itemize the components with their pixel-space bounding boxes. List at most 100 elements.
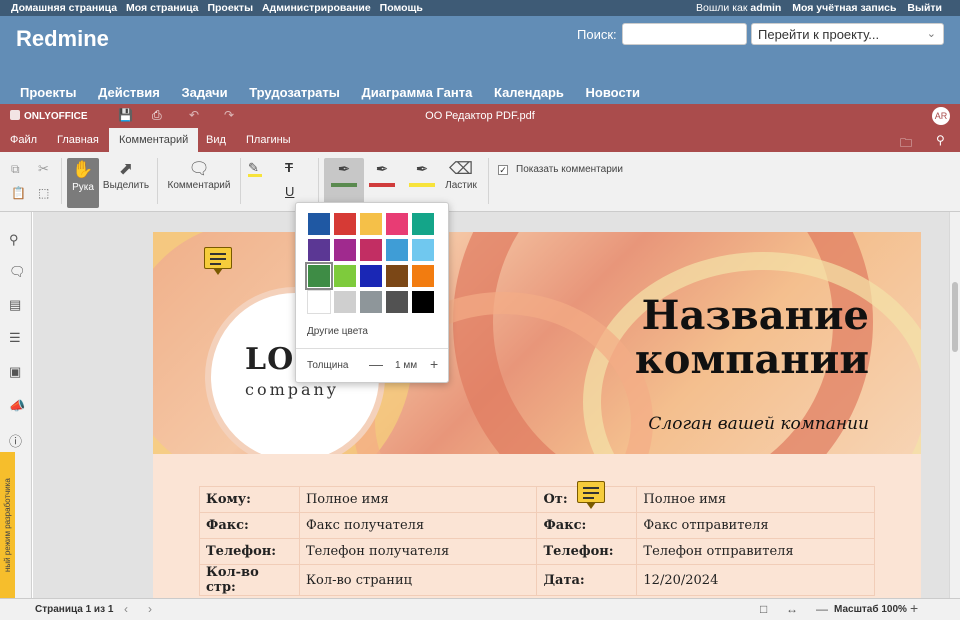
document-canvas[interactable]: LO company Название компании Слоган ваше…: [33, 212, 949, 598]
thickness-increase-button[interactable]: +: [430, 356, 438, 372]
color-swatch[interactable]: [411, 290, 435, 314]
color-swatch[interactable]: [333, 238, 357, 262]
tab-comment[interactable]: Комментарий: [109, 128, 199, 152]
tab-view[interactable]: Вид: [198, 128, 234, 152]
field-key: Факс:: [536, 512, 638, 539]
toolbar-divider: [240, 158, 241, 204]
color-swatch[interactable]: [359, 238, 383, 262]
underline-icon[interactable]: U: [285, 184, 294, 199]
eraser-button[interactable]: ⌫ Ластик: [440, 158, 482, 191]
fit-width-icon[interactable]: ↔: [786, 602, 798, 616]
tab-home[interactable]: Главная: [49, 128, 107, 152]
pen-red[interactable]: ✒: [366, 160, 398, 187]
search-label: Поиск:: [577, 27, 617, 42]
color-swatch[interactable]: [305, 262, 333, 290]
color-swatch[interactable]: [359, 264, 383, 288]
strikeout-icon[interactable]: T: [285, 160, 293, 175]
link-admin[interactable]: Администрирование: [262, 2, 371, 14]
comment-marker-icon[interactable]: [577, 481, 605, 509]
scrollbar-thumb[interactable]: [952, 282, 958, 352]
vertical-scrollbar[interactable]: [949, 212, 960, 598]
select-all-icon[interactable]: ⬚: [38, 186, 49, 200]
color-swatch[interactable]: [411, 238, 435, 262]
copy-icon[interactable]: ⧉: [11, 162, 20, 177]
field-key: Факс:: [199, 512, 300, 539]
zoom-out-icon[interactable]: —: [816, 602, 828, 616]
menu-projects[interactable]: Проекты: [20, 85, 76, 100]
link-projects[interactable]: Проекты: [207, 2, 253, 14]
user-link[interactable]: admin: [750, 2, 781, 14]
menu-time[interactable]: Трудозатраты: [249, 85, 340, 100]
search-input[interactable]: [622, 23, 747, 45]
search-icon[interactable]: ⚲: [936, 133, 945, 147]
fax-table: Кому: Полное имя От: Полное имя Факс: Фа…: [199, 486, 875, 596]
color-swatch[interactable]: [385, 290, 409, 314]
pen-icon: ✒: [337, 161, 351, 178]
table-row: Факс: Факс получателя Факс: Факс отправи…: [199, 512, 875, 539]
pen-color-bar: [409, 183, 435, 187]
page-banner: LO company Название компании Слоган ваше…: [153, 232, 921, 454]
color-swatch[interactable]: [307, 212, 331, 236]
menu-news[interactable]: Новости: [586, 85, 641, 100]
developer-mode-badge: ный режим разработчика: [0, 452, 15, 598]
menu-activity[interactable]: Действия: [98, 85, 160, 100]
field-key: Кол-во стр:: [199, 564, 300, 596]
menu-issues[interactable]: Задачи: [182, 85, 228, 100]
page-indicator: Страница 1 из 1: [35, 604, 114, 615]
color-swatch[interactable]: [307, 290, 331, 314]
logo-text: LO: [245, 342, 295, 377]
paste-icon[interactable]: 📋: [11, 186, 26, 200]
pen-color-palette: Другие цвета Толщина — 1 мм +: [295, 202, 449, 383]
tab-plugins[interactable]: Плагины: [238, 128, 299, 152]
editor-title-bar: ONLYOFFICE 💾 ⎙ ↶ ↷ ОО Редактор PDF.pdf A…: [0, 104, 960, 128]
thumbnails-icon[interactable]: ▣: [9, 364, 21, 380]
chat-icon[interactable]: ▤: [9, 297, 21, 313]
highlighter-yellow[interactable]: ✒: [406, 160, 438, 187]
next-page-icon[interactable]: ›: [148, 602, 152, 616]
link-my-account[interactable]: Моя учётная запись: [792, 2, 896, 14]
color-swatch[interactable]: [333, 212, 357, 236]
thickness-decrease-button[interactable]: —: [369, 356, 383, 372]
fit-page-icon[interactable]: □: [760, 602, 767, 616]
color-swatch[interactable]: [411, 212, 435, 236]
show-comments-checkbox[interactable]: ✓: [498, 165, 508, 175]
menu-gantt[interactable]: Диаграмма Ганта: [362, 85, 473, 100]
info-icon[interactable]: ⓘ: [9, 431, 22, 450]
color-swatch[interactable]: [307, 238, 331, 262]
comment-button[interactable]: 🗨 Комментарий: [166, 158, 232, 191]
zoom-level: Масштаб 100%: [834, 604, 907, 615]
field-value: Телефон получателя: [298, 538, 538, 565]
color-swatch[interactable]: [411, 264, 435, 288]
comments-icon[interactable]: 🗨: [9, 264, 26, 280]
color-swatch[interactable]: [385, 212, 409, 236]
menu-calendar[interactable]: Календарь: [494, 85, 564, 100]
select-button[interactable]: ⬈ Выделить: [102, 158, 150, 191]
tab-file[interactable]: Файл: [2, 128, 45, 152]
link-my-page[interactable]: Моя страница: [126, 2, 199, 14]
hand-icon: ✋: [72, 160, 94, 179]
avatar[interactable]: AR: [932, 107, 950, 125]
feedback-icon[interactable]: 📣: [9, 398, 25, 414]
cursor-icon: ⬈: [118, 159, 134, 178]
comment-marker-icon[interactable]: [204, 247, 232, 275]
main-menu: Проекты Действия Задачи Трудозатраты Диа…: [20, 85, 658, 100]
other-colors-link[interactable]: Другие цвета: [307, 326, 368, 337]
color-swatch[interactable]: [359, 290, 383, 314]
prev-page-icon[interactable]: ‹: [124, 602, 128, 616]
link-logout[interactable]: Выйти: [907, 2, 942, 14]
cut-icon[interactable]: ✂: [38, 161, 49, 177]
color-swatch[interactable]: [333, 290, 357, 314]
link-help[interactable]: Помощь: [380, 2, 423, 14]
hand-button[interactable]: ✋ Рука: [67, 158, 99, 208]
project-jump-select[interactable]: Перейти к проекту... ⌄: [751, 23, 944, 45]
link-home[interactable]: Домашняя страница: [11, 2, 117, 14]
color-swatch[interactable]: [359, 212, 383, 236]
navigation-icon[interactable]: ☰: [9, 330, 21, 346]
color-swatch[interactable]: [385, 238, 409, 262]
color-swatch[interactable]: [385, 264, 409, 288]
zoom-in-icon[interactable]: +: [910, 600, 918, 616]
editor-toolbar: ⧉ ✂ 📋 ⬚ ✋ Рука ⬈ Выделить 🗨 Комментарий …: [0, 152, 960, 212]
search-icon[interactable]: ⚲: [9, 232, 19, 248]
color-swatch[interactable]: [333, 264, 357, 288]
field-value: 12/20/2024: [636, 564, 875, 596]
